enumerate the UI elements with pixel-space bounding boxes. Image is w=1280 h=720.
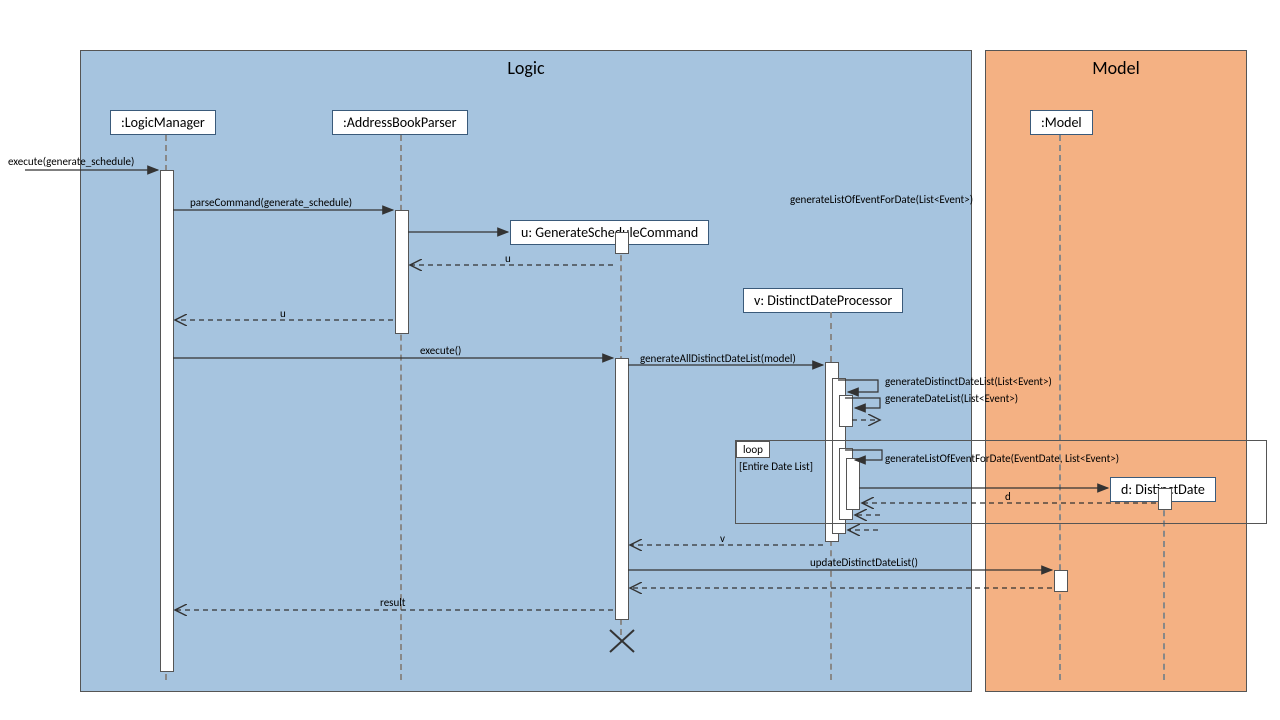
msg-gen-date-list: generateDateList(List<Event>) [885, 392, 1018, 405]
msg-execute-call: execute() [420, 344, 461, 357]
msg-return-u2: u [280, 307, 286, 320]
msg-gen-list-event-top: generateListOfEventForDate(List<Event>) [790, 193, 973, 206]
loop-label: loop [736, 441, 770, 458]
msg-execute-entry: execute(generate_schedule) [8, 155, 134, 168]
msg-update-distinct: updateDistinctDateList() [810, 556, 918, 569]
loop-guard: [Entire Date List] [739, 460, 813, 473]
msg-return-u1: u [505, 252, 511, 265]
sequence-diagram: Logic Model :LogicManager :AddressBookPa… [0, 0, 1280, 720]
msg-return-v: v [720, 532, 725, 545]
loop-fragment [735, 440, 1267, 524]
msg-gen-distinct-list: generateDistinctDateList(List<Event>) [885, 375, 1052, 388]
msg-parse-command: parseCommand(generate_schedule) [190, 196, 352, 209]
msg-result: result [380, 596, 405, 609]
msg-gen-all-distinct: generateAllDistinctDateList(model) [640, 352, 796, 365]
